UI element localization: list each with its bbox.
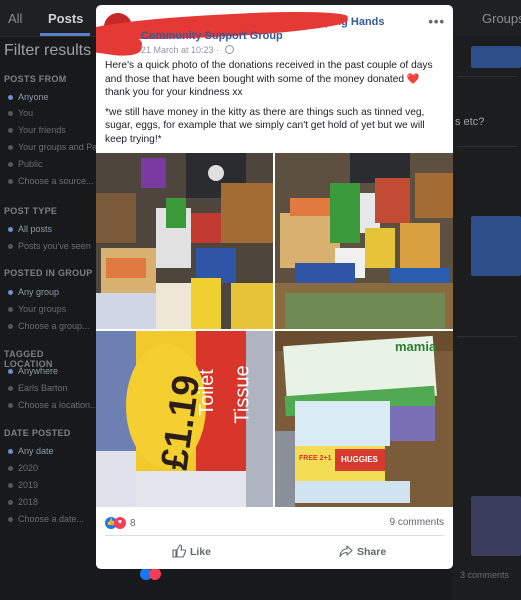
tab-all[interactable]: All: [8, 11, 22, 26]
filter-sidebar: Filter results POSTS FROM Anyone You You…: [0, 36, 112, 600]
filter-option[interactable]: All posts: [8, 224, 52, 234]
result-thumbnail: [471, 46, 521, 68]
post-text: Here's a quick photo of the donations re…: [105, 59, 445, 152]
filter-option[interactable]: 2019: [8, 480, 38, 490]
filter-heading-posts-from: POSTS FROM: [4, 74, 67, 84]
filter-option[interactable]: 2020: [8, 463, 38, 473]
filter-option[interactable]: Choose a location...: [8, 400, 98, 410]
post-timestamp[interactable]: 21 March at 10:23 ·: [141, 45, 234, 55]
filter-option[interactable]: Public: [8, 159, 43, 169]
heart-emoji: ❤️: [406, 73, 420, 85]
filter-option[interactable]: Your friends: [8, 125, 66, 135]
filter-option[interactable]: Anyone: [8, 92, 49, 102]
background-results-column: s etc?: [453, 36, 521, 600]
result-thumbnail: [471, 216, 521, 276]
toilet-tissue-photo[interactable]: £1.19 Toilet Tissue: [96, 331, 273, 507]
more-options-icon[interactable]: •••: [428, 14, 445, 29]
reaction-summary[interactable]: 👍 ♥ 8: [105, 517, 136, 529]
share-icon: [339, 545, 353, 558]
comment-count[interactable]: 9 comments: [390, 517, 444, 528]
huggies-label: HUGGIES: [341, 455, 378, 464]
filters-title: Filter results: [4, 42, 92, 59]
toilet-label: Toilet: [195, 369, 218, 416]
offer-label: FREE 2+1: [299, 455, 332, 462]
tissue-label: Tissue: [231, 365, 254, 424]
filter-option[interactable]: Your groups: [8, 304, 66, 314]
filter-heading-post-type: POST TYPE: [4, 206, 58, 216]
photo-grid: £1.19 Toilet Tissue mamia HUGGIES FREE 2…: [96, 153, 453, 507]
filter-option[interactable]: Any group: [8, 287, 59, 297]
filter-option[interactable]: 2018: [8, 497, 38, 507]
love-reaction-icon: ♥: [114, 517, 126, 529]
tab-groups[interactable]: Groups: [482, 11, 521, 26]
filter-option[interactable]: Choose a source...: [8, 176, 94, 186]
post-paragraph: Here's a quick photo of the donations re…: [105, 60, 433, 98]
baby-products-photo[interactable]: mamia HUGGIES FREE 2+1: [275, 331, 453, 507]
filter-heading-posted-in-group: POSTED IN GROUP: [4, 268, 93, 278]
like-button[interactable]: Like: [172, 544, 211, 558]
group-name[interactable]: Community Support Group: [141, 30, 283, 42]
post-card: gh Helping Hands Community Support Group…: [96, 5, 453, 569]
reaction-count: 8: [130, 517, 136, 529]
filter-option[interactable]: Any date: [8, 446, 54, 456]
background-comment-count[interactable]: 3 comments: [460, 570, 509, 580]
globe-icon: [224, 45, 234, 54]
divider: [105, 535, 444, 536]
result-snippet: s etc?: [455, 116, 485, 128]
filter-option[interactable]: Earls Barton: [8, 383, 68, 393]
mamia-label: mamia: [395, 339, 437, 354]
result-thumbnail: [471, 496, 521, 556]
donations-photo-1[interactable]: [96, 153, 273, 329]
filter-option[interactable]: You: [8, 108, 33, 118]
background-reactions: [140, 568, 161, 580]
filter-heading-date-posted: DATE POSTED: [4, 428, 71, 438]
thumbs-up-icon: [172, 544, 187, 558]
donations-photo-2[interactable]: [275, 153, 453, 329]
filter-option[interactable]: Posts you've seen: [8, 241, 91, 251]
share-button[interactable]: Share: [339, 544, 386, 558]
filter-option[interactable]: Choose a group...: [8, 321, 90, 331]
tab-posts[interactable]: Posts: [48, 11, 83, 26]
filter-option[interactable]: Anywhere: [8, 366, 58, 376]
post-paragraph: *we still have money in the kitty as the…: [105, 106, 425, 145]
filter-option[interactable]: Choose a date...: [8, 514, 84, 524]
